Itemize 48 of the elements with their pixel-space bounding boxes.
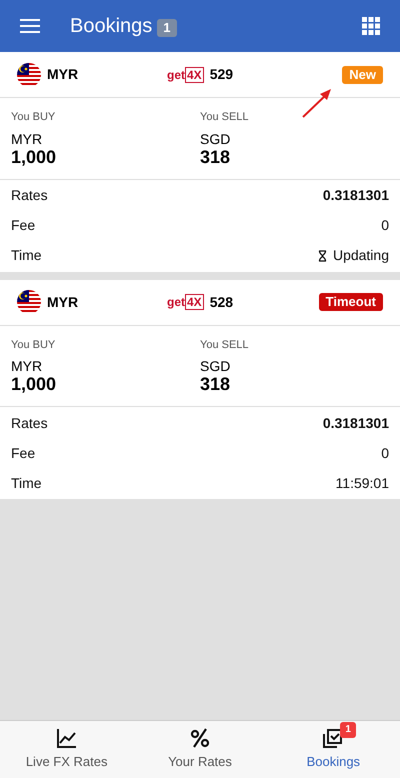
annotation-arrow — [300, 86, 334, 120]
time-value: 11:59:01 — [336, 474, 389, 492]
status-badge: New — [342, 66, 383, 84]
row-label: Rates — [11, 414, 48, 432]
booking-number: 528 — [210, 292, 234, 312]
currency-code: MYR — [47, 65, 80, 84]
notification-badge: 1 — [340, 722, 356, 738]
nav-tab[interactable]: Your Rates — [133, 721, 267, 778]
nav-tab[interactable]: 1 Bookings — [266, 721, 400, 778]
sell-currency: SGD — [200, 358, 232, 374]
count-badge: 1 — [157, 19, 177, 37]
rates-value: 0.3181301 — [322, 414, 389, 432]
buy-label: You BUY — [11, 110, 56, 125]
fee-value: 0 — [381, 444, 389, 462]
row-label: Time — [11, 246, 42, 265]
get4x-logo: get 4X — [167, 66, 204, 84]
buy-currency: MYR — [11, 358, 44, 374]
booking-card[interactable]: MYR get 4X 528 Timeout You BUY MYR 1,000 You SELL SGD 318 Rates 0.3181301 Fee 0 Time 11:59:01 — [0, 280, 400, 499]
grid-icon[interactable] — [362, 17, 380, 35]
buy-currency: MYR — [11, 130, 44, 146]
row-label: Rates — [11, 186, 48, 205]
time-value: Updating — [332, 246, 389, 265]
buy-amount: 1,000 — [11, 374, 58, 394]
buy-amount: 1,000 — [11, 146, 58, 166]
rates-value: 0.3181301 — [322, 186, 389, 205]
page-title: Bookings — [70, 14, 152, 39]
fee-value: 0 — [381, 216, 389, 235]
currency-code: MYR — [47, 292, 80, 312]
sell-label: You SELL — [200, 110, 250, 125]
row-label: Time — [11, 474, 42, 492]
row-label: Fee — [11, 444, 36, 462]
malaysia-flag-icon — [17, 62, 41, 86]
sell-currency: SGD — [200, 130, 232, 146]
sell-amount: 318 — [200, 374, 232, 394]
percent-icon — [190, 727, 210, 750]
checked-stack-icon — [322, 727, 344, 750]
buy-label: You BUY — [11, 338, 56, 352]
sell-label: You SELL — [200, 338, 250, 352]
status-badge: Timeout — [318, 293, 383, 311]
row-label: Fee — [11, 216, 36, 235]
get4x-logo: get 4X — [167, 293, 204, 311]
sell-amount: 318 — [200, 146, 232, 166]
booking-card[interactable]: MYR get 4X 529 New You BUY MYR 1,000 You SELL SGD 318 Rates 0.3181301 Fee 0 Time Updating — [0, 52, 400, 272]
malaysia-flag-icon — [17, 290, 41, 314]
menu-icon[interactable] — [20, 19, 40, 33]
booking-number: 529 — [210, 65, 234, 84]
nav-tab[interactable]: Live FX Rates — [0, 721, 134, 778]
line-chart-icon — [56, 727, 78, 750]
